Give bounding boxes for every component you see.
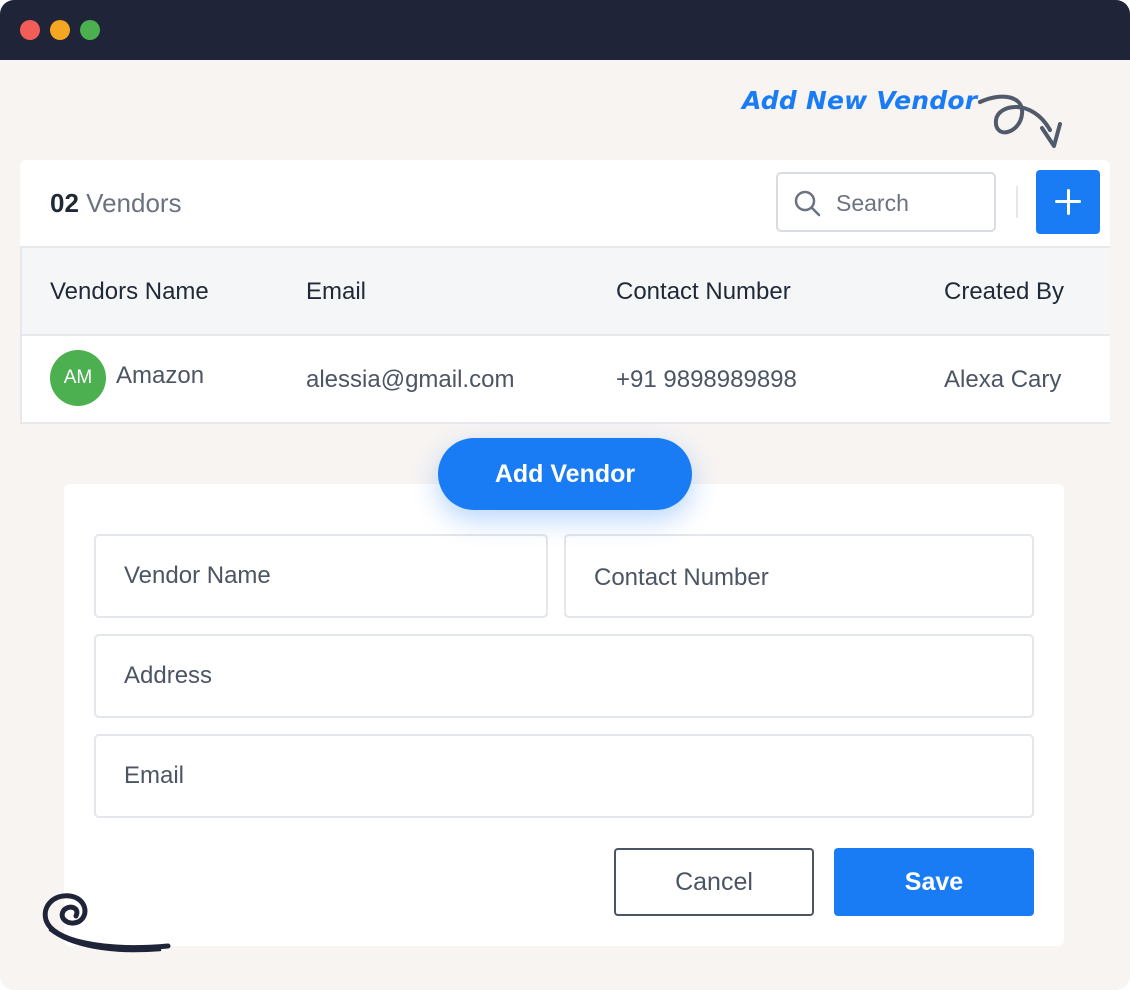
close-window-button[interactable] xyxy=(20,20,40,40)
spiral-scribble-icon xyxy=(42,893,171,953)
vendor-count: 02 Vendors xyxy=(50,188,182,219)
maximize-window-button[interactable] xyxy=(80,20,100,40)
table-row[interactable]: AM Amazon alessia@gmail.com +91 98989898… xyxy=(22,336,1110,422)
app-window: Add New Vendor 02 Vendors Search Vendors… xyxy=(0,0,1130,990)
vendors-panel: 02 Vendors Search Vendors Name Email Con… xyxy=(20,160,1110,424)
email-placeholder: Email xyxy=(124,762,185,789)
add-vendor-title: Add Vendor xyxy=(438,438,692,510)
minimize-window-button[interactable] xyxy=(50,20,70,40)
email-field[interactable]: Email xyxy=(94,734,1034,818)
search-placeholder: Search xyxy=(836,190,909,216)
vendors-table: Vendors Name Email Contact Number Create… xyxy=(20,246,1110,424)
vendor-count-number: 02 xyxy=(50,188,79,218)
search-input[interactable]: Search xyxy=(776,172,996,232)
vendor-name-placeholder: Vendor Name xyxy=(124,562,271,589)
vendor-contact-cell: +91 9898989898 xyxy=(616,366,797,393)
vendor-created-by-cell: Alexa Cary xyxy=(944,366,1062,393)
vendor-name-field[interactable]: Vendor Name xyxy=(94,534,548,618)
save-button[interactable]: Save xyxy=(834,848,1034,916)
search-icon xyxy=(794,190,821,217)
column-header-email[interactable]: Email xyxy=(306,278,366,306)
avatar: AM xyxy=(50,350,106,406)
column-header-contact-number[interactable]: Contact Number xyxy=(616,278,791,306)
curly-arrow-icon xyxy=(978,94,1062,148)
add-vendor-button[interactable] xyxy=(1036,170,1100,234)
cancel-button[interactable]: Cancel xyxy=(614,848,814,916)
column-header-vendors-name[interactable]: Vendors Name xyxy=(50,278,209,306)
vendor-name-cell: Amazon xyxy=(116,362,205,389)
address-placeholder: Address xyxy=(124,662,213,689)
contact-number-placeholder: Contact Number xyxy=(594,564,769,591)
table-header: Vendors Name Email Contact Number Create… xyxy=(22,248,1110,336)
vendor-email-cell: alessia@gmail.com xyxy=(306,366,515,393)
title-bar xyxy=(0,0,1130,60)
header-divider xyxy=(1016,186,1018,218)
add-vendor-form: Vendor Name Contact Number Address Email… xyxy=(64,484,1064,946)
vendors-header: 02 Vendors Search xyxy=(20,160,1110,246)
add-new-vendor-callout: Add New Vendor xyxy=(742,86,978,115)
address-field[interactable]: Address xyxy=(94,634,1034,718)
column-header-created-by[interactable]: Created By xyxy=(944,278,1064,306)
contact-number-field[interactable]: Contact Number xyxy=(564,534,1034,618)
vendor-count-label: Vendors xyxy=(86,188,182,218)
